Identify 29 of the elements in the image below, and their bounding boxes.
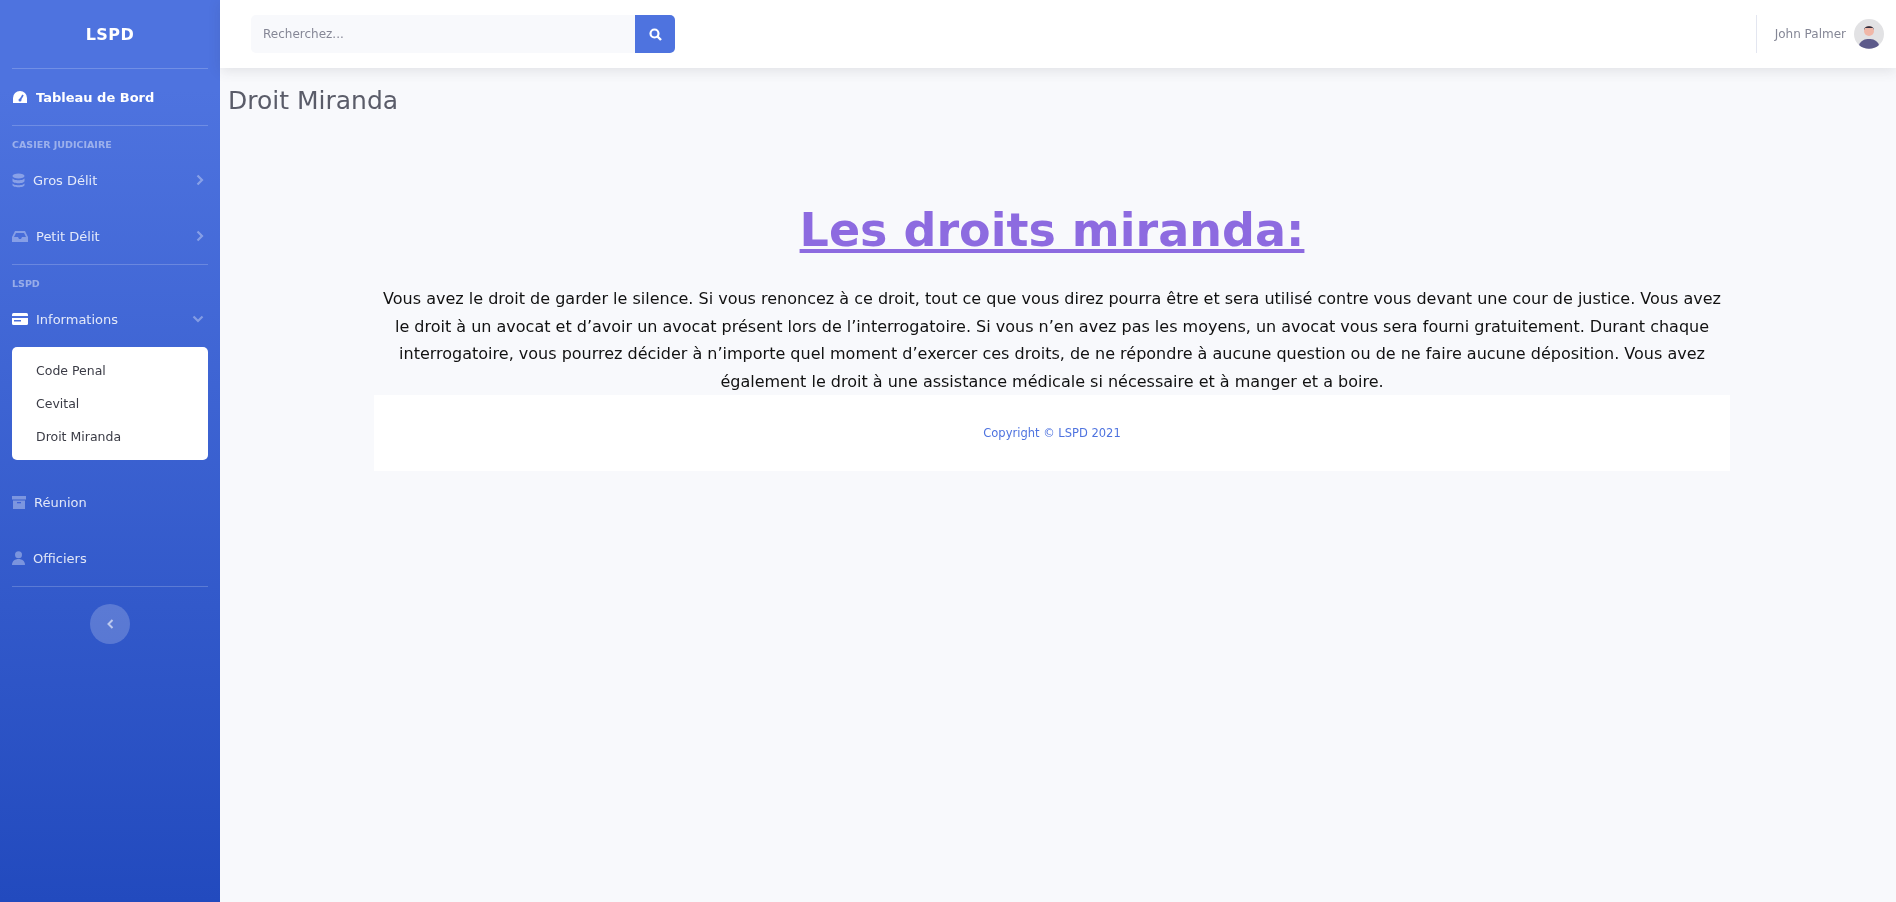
sidebar-item[interactable]: Officiers [12,530,208,586]
sidebar-item[interactable]: Réunion [12,474,208,530]
submenu-item[interactable]: Cevital [12,387,208,420]
avatar-icon[interactable] [1854,19,1884,49]
rights-text: Vous avez le droit de garder le silence. Si vous renoncez à ce droit, tout ce que vous direz pourra être et sera utilisé contre vous devant une cour de justice. Vous avez le droit à un avocat et d’avoir un avocat présent lors de l’interrogatoire. Si vous n’en avez pas les moyens, un avocat vous sera fourni gratuitement. Durant chaque interrogatoire, vous pourrez décider à n’importe quel moment d’exercer ces droits, de ne répondre à aucune question ou de ne faire aucune déposition. Vous avez également le droit à une assistance médicale si nécessaire et à manger et a boire. [382,288,1722,393]
submenu-item[interactable]: Code Penal [12,354,208,387]
sidebar-item[interactable]: Petit Délit [12,208,208,264]
card-icon [12,313,28,325]
copyright-text: Copyright © LSPD 2021 [983,426,1121,440]
search-button[interactable] [635,15,675,53]
archive-icon [12,495,26,509]
search-field[interactable]: Recherchez... [251,15,635,53]
sidebar-item[interactable]: Informations [12,291,208,347]
chevron-left-icon [106,619,114,629]
brand-title[interactable]: LSPD [12,0,208,68]
section-heading: LSPD [12,277,41,291]
gauge-icon [12,90,28,104]
user-name[interactable]: John Palmer [1774,27,1846,41]
section-heading: CASIER JUDICIAIRE [12,138,113,152]
sidebar-item[interactable]: Tableau de Bord [12,69,208,125]
submenu-item[interactable]: Droit Miranda [12,420,208,453]
user-icon [12,551,25,565]
rights-heading: Les droits miranda: [799,203,1305,257]
search-icon [648,27,662,41]
page-title: Droit Miranda [228,86,400,115]
inbox-icon [12,230,28,242]
sidebar-item[interactable]: Gros Délit [12,152,208,208]
sidebar-toggle-button[interactable] [90,604,130,644]
database-icon [12,172,25,188]
